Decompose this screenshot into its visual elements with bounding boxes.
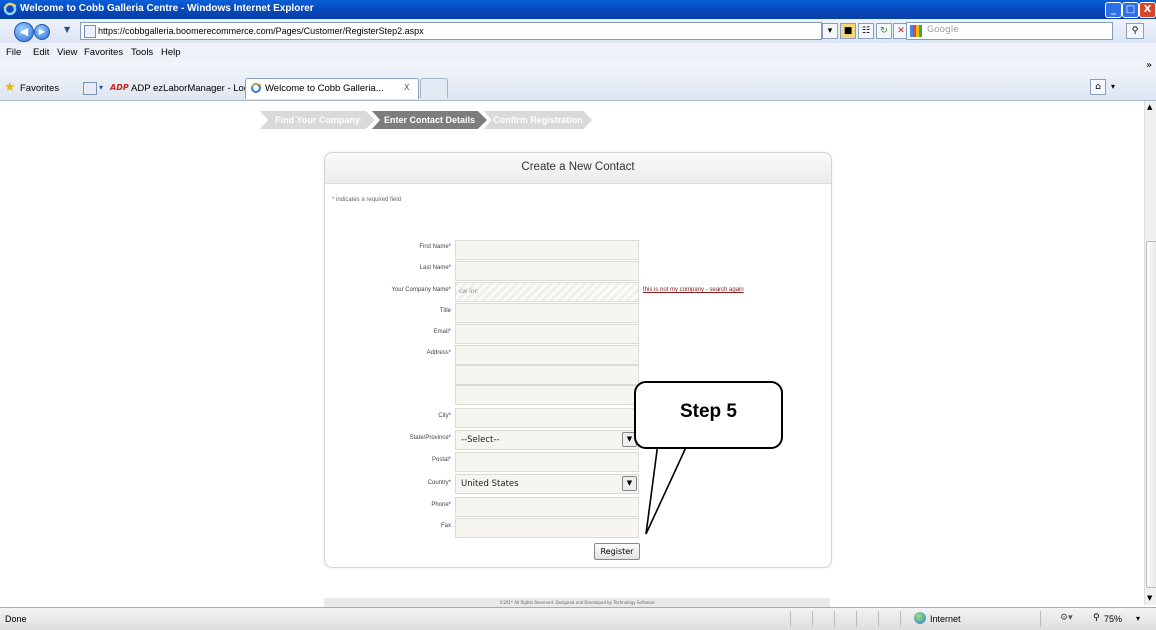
search-placeholder: Google [927,25,959,35]
compatibility-view-icon[interactable]: ☷ [858,23,874,39]
menu-bar: File Edit View Favorites Tools Help [0,43,1156,63]
state-select[interactable]: --Select-- ▼ [455,430,639,450]
window-title-bar: Welcome to Cobb Galleria Centre - Window… [0,0,1156,19]
lock-icon[interactable]: ■ [840,23,856,39]
menu-file[interactable]: File [6,47,21,58]
scroll-up-icon[interactable]: ▲ [1147,103,1152,111]
email-field[interactable] [455,324,639,344]
address-dropdown-button[interactable]: ▾ [822,23,838,39]
refresh-button[interactable]: ↻ [876,23,892,39]
footer-copyright: ©201* All Rights Reserved. Designed and … [499,600,655,605]
panel-header: Create a New Contact [325,153,831,184]
fax-label: Fax [440,523,451,529]
company-name-value: cw inc [459,288,478,295]
quick-tabs-icon[interactable] [83,82,97,95]
menu-tools[interactable]: Tools [131,47,153,58]
zoom-icon: ⚲ [1093,613,1100,623]
step-confirm-registration: Confirm Registration [484,111,592,129]
maximize-button[interactable]: □ [1122,2,1139,18]
globe-icon [914,612,926,624]
phone-field[interactable] [455,497,639,517]
home-dropdown-icon[interactable]: ▾ [1111,82,1115,91]
country-select-value: United States [461,479,519,489]
adp-logo-icon: ADP [110,83,129,92]
vertical-scrollbar[interactable]: ▲ ▼ [1144,101,1156,605]
postal-field[interactable] [455,452,639,472]
chevron-more-icon[interactable]: » [1146,60,1152,71]
window-title: Welcome to Cobb Galleria Centre - Window… [20,3,314,14]
state-select-value: --Select-- [461,435,500,445]
page-icon [84,25,96,38]
forward-button[interactable]: ▶ [34,24,50,40]
security-zone: Internet [930,614,961,624]
status-text: Done [5,614,27,624]
protected-mode-icon[interactable]: ⚙▾ [1060,613,1073,623]
title-field[interactable] [455,303,639,323]
title-label: Title [439,308,451,314]
city-field[interactable] [455,408,639,428]
address-toolbar: ◀ ▶ ▼ https://cobbgalleria.boomerecommer… [0,19,1156,44]
step-enter-contact-details: Enter Contact Details [372,111,487,129]
zoom-dropdown-icon[interactable]: ▾ [1136,614,1140,623]
address-line-2-field[interactable] [455,365,639,385]
close-window-button[interactable]: X [1139,2,1156,18]
required-field-note: * indicates a required field [332,197,402,203]
state-label: State/Province* [409,435,451,441]
company-name-label: Your Company Name* [391,287,451,293]
close-tab-icon[interactable]: X [404,83,409,92]
minimize-button[interactable]: _ [1105,2,1122,18]
address-field[interactable]: https://cobbgalleria.boomerecommerce.com… [80,22,822,40]
address-line-3-field[interactable] [455,385,639,405]
tab-cobb-galleria[interactable]: Welcome to Cobb Galleria... X [245,78,419,99]
fax-field[interactable] [455,518,639,538]
tab-list-dropdown-icon[interactable]: ▾ [99,83,103,92]
scroll-thumb[interactable] [1146,241,1156,588]
favorites-tab-bar: ★ Favorites ▾ ADP ADP ezLaborManager - L… [0,60,1156,101]
panel-title: Create a New Contact [521,161,635,173]
first-name-field[interactable] [455,240,639,260]
country-select[interactable]: United States ▼ [455,474,639,494]
email-label: Email* [433,329,451,335]
last-name-field[interactable] [455,261,639,281]
menu-view[interactable]: View [57,47,77,58]
address-line-1-field[interactable] [455,345,639,365]
callout-pointer [645,442,690,535]
phone-label: Phone* [431,502,451,508]
city-label: City* [438,413,451,419]
first-name-label: First Name* [419,244,451,250]
search-again-link[interactable]: this is not my company - search again [643,287,744,293]
google-icon [910,25,922,37]
favorite-link-adp[interactable]: ADP ezLaborManager - Login [131,83,257,94]
register-button[interactable]: Register [594,543,640,560]
tab-title: Welcome to Cobb Galleria... [265,83,384,94]
zoom-level[interactable]: 75% [1104,614,1122,624]
step-find-company: Find Your Company [260,111,375,129]
new-tab-button[interactable] [420,78,448,98]
back-button[interactable]: ◀ [14,22,34,42]
favorites-button[interactable]: Favorites [20,83,59,94]
history-dropdown-icon[interactable]: ▼ [64,25,70,34]
home-icon[interactable]: ⌂ [1090,79,1106,95]
menu-favorites[interactable]: Favorites [84,47,123,58]
search-field[interactable]: Google [906,22,1113,40]
status-bar: Done Internet ⚙▾ ⚲ 75% ▾ [0,607,1156,630]
scroll-down-icon[interactable]: ▼ [1147,594,1152,602]
internet-explorer-icon [3,2,17,16]
country-label: Country* [427,480,451,486]
internet-explorer-icon [250,83,262,93]
last-name-label: Last Name* [419,265,451,271]
postal-label: Postal* [431,457,451,463]
search-button[interactable]: ⚲ [1126,23,1144,39]
menu-help[interactable]: Help [161,47,181,58]
callout-text: Step 5 [679,401,738,422]
step-callout: Step 5 [634,381,783,449]
address-label: Address* [426,350,451,356]
menu-edit[interactable]: Edit [33,47,49,58]
favorites-star-icon: ★ [4,80,16,95]
company-name-field: cw inc [455,282,639,302]
address-url: https://cobbgalleria.boomerecommerce.com… [98,26,424,36]
